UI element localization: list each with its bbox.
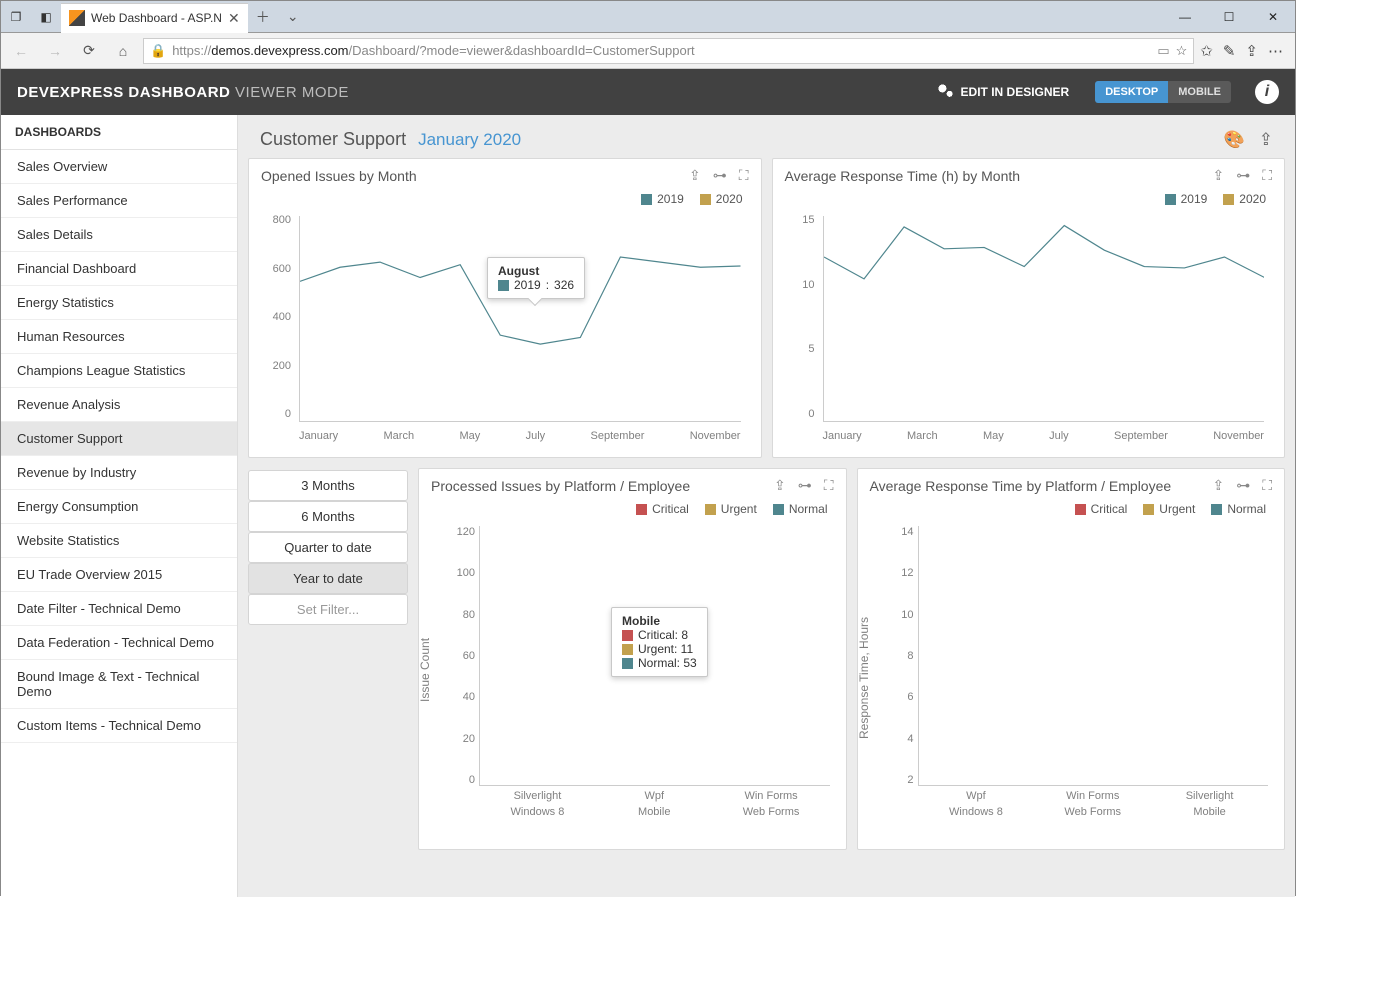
refresh-button[interactable]: ⟳: [75, 37, 103, 65]
export-icon[interactable]: ⇪: [689, 167, 701, 184]
sidebar-item[interactable]: Bound Image & Text - Technical Demo: [1, 660, 237, 709]
maximize-icon[interactable]: ⛶: [739, 167, 749, 184]
tab-close-icon[interactable]: ✕: [228, 10, 240, 27]
maximize-icon[interactable]: ⛶: [1262, 477, 1272, 494]
view-toggle-desktop[interactable]: DESKTOP: [1095, 81, 1168, 103]
card-title: Average Response Time (h) by Month: [785, 168, 1021, 184]
share-icon[interactable]: ⇪: [1245, 42, 1258, 60]
sidebar-item[interactable]: Customer Support: [1, 422, 237, 456]
chart-opened-issues[interactable]: 8006004002000JanuaryMarchMayJulySeptembe…: [259, 212, 745, 442]
window-close-button[interactable]: ✕: [1251, 1, 1295, 33]
sidebar-item[interactable]: Revenue Analysis: [1, 388, 237, 422]
sidebar-item[interactable]: Date Filter - Technical Demo: [1, 592, 237, 626]
sidebar-item[interactable]: Champions League Statistics: [1, 354, 237, 388]
favorite-icon[interactable]: ☆: [1176, 43, 1188, 59]
card-title: Opened Issues by Month: [261, 168, 417, 184]
reading-view-icon[interactable]: ▭: [1157, 43, 1169, 59]
sys-tabs-icon[interactable]: ❐: [1, 1, 31, 32]
sidebar-item[interactable]: Sales Details: [1, 218, 237, 252]
chart-avg-response[interactable]: 151050JanuaryMarchMayJulySeptemberNovemb…: [783, 212, 1269, 442]
sidebar-item[interactable]: Website Statistics: [1, 524, 237, 558]
dashboard-period: January 2020: [418, 130, 521, 150]
card-avg-response: Average Response Time (h) by Month ⇪ ⊶ ⛶…: [772, 158, 1286, 458]
filter-button[interactable]: Year to date: [248, 563, 408, 594]
browser-titlebar: ❐ ◧ Web Dashboard - ASP.N ✕ ＋ ⌄ — ☐ ✕: [1, 1, 1295, 33]
forward-button[interactable]: →: [41, 37, 69, 65]
dashboard-title: Customer Support: [260, 129, 406, 150]
window-minimize-button[interactable]: —: [1163, 1, 1207, 33]
sidebar-item[interactable]: Data Federation - Technical Demo: [1, 626, 237, 660]
favicon: [69, 10, 85, 26]
browser-tab[interactable]: Web Dashboard - ASP.N ✕: [61, 3, 248, 33]
chart-tooltip: August 2019: 326: [487, 257, 585, 299]
home-button[interactable]: ⌂: [109, 37, 137, 65]
sidebar-item[interactable]: Sales Performance: [1, 184, 237, 218]
chart-processed-issues[interactable]: Issue Count120100806040200SilverlightWpf…: [423, 522, 836, 832]
date-filter-panel: 3 Months6 MonthsQuarter to dateYear to d…: [248, 468, 408, 850]
maximize-icon[interactable]: ⛶: [1262, 167, 1272, 184]
sidebar: DASHBOARDS Sales OverviewSales Performan…: [1, 115, 238, 897]
sidebar-item[interactable]: Energy Statistics: [1, 286, 237, 320]
sidebar-item[interactable]: Human Resources: [1, 320, 237, 354]
card-title: Average Response Time by Platform / Empl…: [870, 478, 1172, 494]
sys-window-icon[interactable]: ◧: [31, 1, 61, 32]
sidebar-item[interactable]: Custom Items - Technical Demo: [1, 709, 237, 743]
sidebar-item[interactable]: Energy Consumption: [1, 490, 237, 524]
address-bar: ← → ⟳ ⌂ 🔒 https://demos.devexpress.com/D…: [1, 33, 1295, 69]
app-header: DEVEXPRESS DASHBOARD VIEWER MODE EDIT IN…: [1, 69, 1295, 115]
view-toggle: DESKTOP MOBILE: [1095, 81, 1231, 103]
notes-icon[interactable]: ✎: [1223, 42, 1236, 60]
filter-button[interactable]: Quarter to date: [248, 532, 408, 563]
chart-avg-platform[interactable]: Response Time, Hours1412108642WpfWin For…: [862, 522, 1275, 832]
view-toggle-mobile[interactable]: MOBILE: [1168, 81, 1231, 103]
sidebar-item[interactable]: Revenue by Industry: [1, 456, 237, 490]
window-maximize-button[interactable]: ☐: [1207, 1, 1251, 33]
main-panel: Customer Support January 2020 🎨 ⇪ Opened…: [238, 115, 1295, 897]
sidebar-item[interactable]: Sales Overview: [1, 150, 237, 184]
export-dashboard-icon[interactable]: ⇪: [1259, 130, 1273, 150]
drill-icon[interactable]: ⊶: [798, 477, 812, 494]
export-icon[interactable]: ⇪: [1212, 477, 1224, 494]
palette-icon: [937, 83, 955, 101]
sidebar-heading: DASHBOARDS: [1, 115, 237, 150]
tab-dropdown-icon[interactable]: ⌄: [278, 8, 308, 25]
drill-icon[interactable]: ⊶: [1236, 477, 1250, 494]
export-icon[interactable]: ⇪: [774, 477, 786, 494]
theme-icon[interactable]: 🎨: [1224, 130, 1245, 150]
favorites-hub-icon[interactable]: ✩: [1200, 42, 1213, 60]
maximize-icon[interactable]: ⛶: [824, 477, 834, 494]
brand: DEVEXPRESS DASHBOARD VIEWER MODE: [17, 84, 349, 101]
more-icon[interactable]: ⋯: [1268, 42, 1283, 60]
drill-icon[interactable]: ⊶: [1236, 167, 1250, 184]
filter-button[interactable]: 3 Months: [248, 470, 408, 501]
sidebar-item[interactable]: Financial Dashboard: [1, 252, 237, 286]
lock-icon: 🔒: [150, 43, 166, 59]
new-tab-button[interactable]: ＋: [248, 7, 278, 27]
card-processed-issues: Processed Issues by Platform / Employee …: [418, 468, 847, 850]
url-input[interactable]: 🔒 https://demos.devexpress.com/Dashboard…: [143, 38, 1194, 64]
drill-icon[interactable]: ⊶: [713, 167, 727, 184]
sidebar-item[interactable]: EU Trade Overview 2015: [1, 558, 237, 592]
edit-in-designer-link[interactable]: EDIT IN DESIGNER: [937, 83, 1070, 101]
card-avg-platform: Average Response Time by Platform / Empl…: [857, 468, 1286, 850]
back-button[interactable]: ←: [7, 37, 35, 65]
filter-button[interactable]: Set Filter...: [248, 594, 408, 625]
card-title: Processed Issues by Platform / Employee: [431, 478, 690, 494]
tab-title: Web Dashboard - ASP.N: [91, 11, 222, 25]
info-button[interactable]: i: [1255, 80, 1279, 104]
chart-tooltip-bar: Mobile Critical: 8Urgent: 11Normal: 53: [611, 607, 708, 677]
filter-button[interactable]: 6 Months: [248, 501, 408, 532]
export-icon[interactable]: ⇪: [1212, 167, 1224, 184]
card-opened-issues: Opened Issues by Month ⇪ ⊶ ⛶ 20192020 80…: [248, 158, 762, 458]
